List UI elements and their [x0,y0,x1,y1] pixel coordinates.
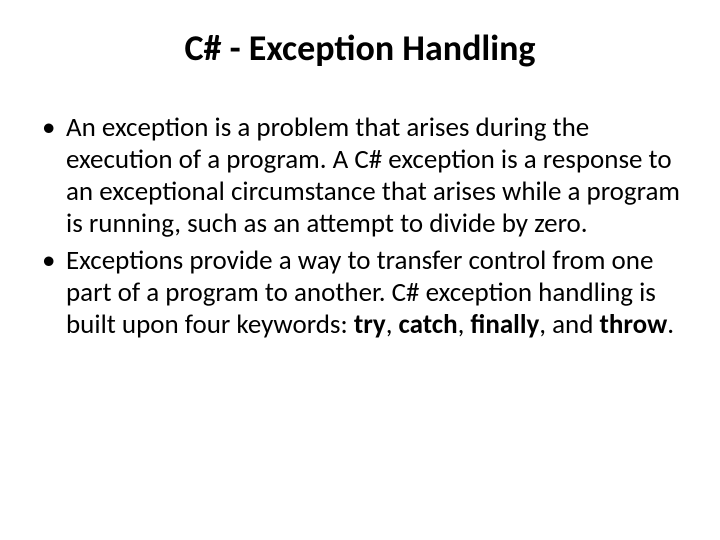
keyword-throw: throw [600,308,668,341]
sep: , [458,308,471,341]
bullet-text: An exception is a problem that arises du… [66,111,680,240]
list-item: An exception is a problem that arises du… [40,112,680,239]
slide-title: C# - Exception Handling [40,26,680,70]
bullet-text-suffix: . [667,308,674,341]
sep: , [386,308,399,341]
slide-body: An exception is a problem that arises du… [40,112,680,341]
keyword-finally: finally [470,308,539,341]
sep: , and [539,308,599,341]
keyword-try: try [354,308,386,341]
bullet-list: An exception is a problem that arises du… [40,112,680,341]
keyword-catch: catch [399,308,458,341]
list-item: Exceptions provide a way to transfer con… [40,245,680,341]
slide: C# - Exception Handling An exception is … [0,0,720,540]
